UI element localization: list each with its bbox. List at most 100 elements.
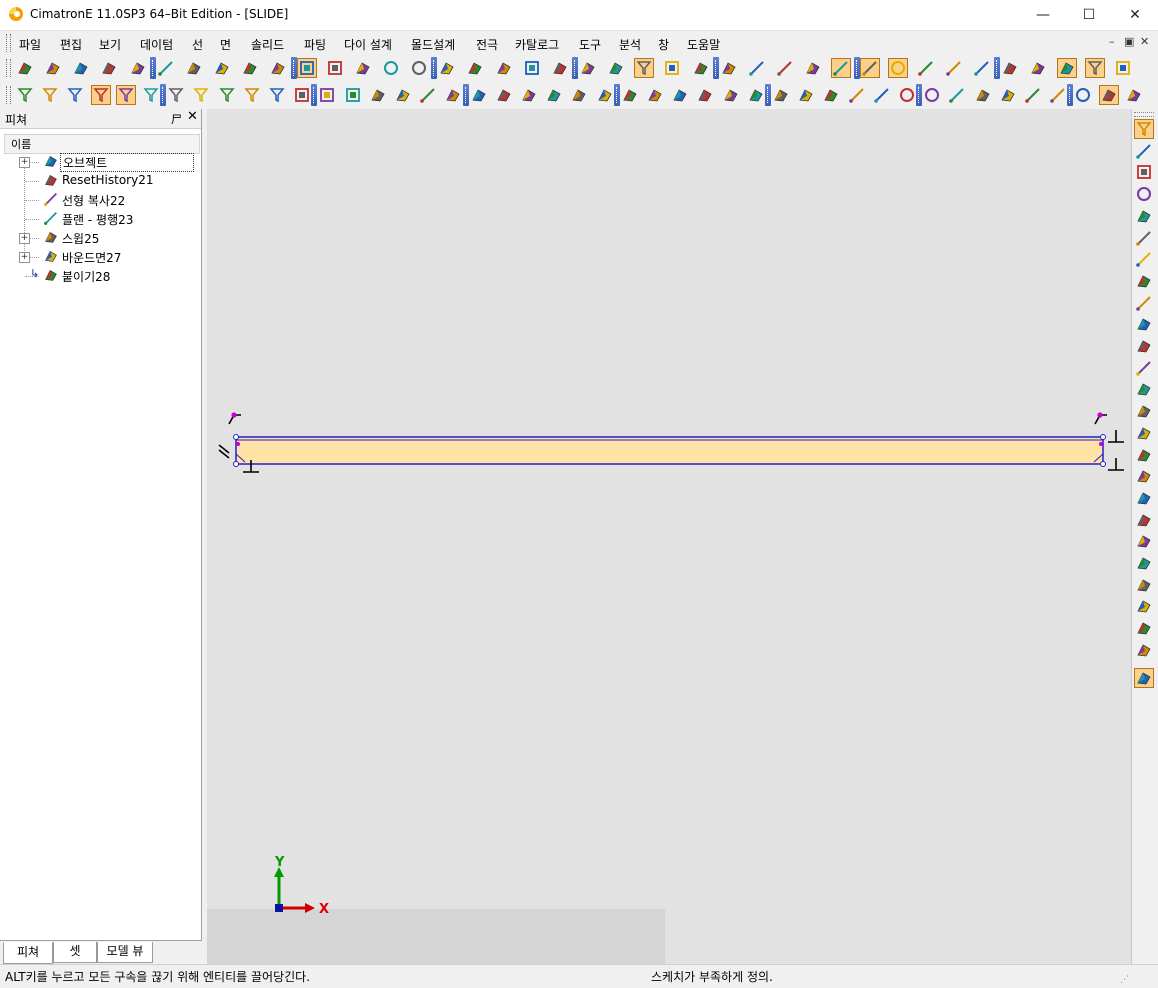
redo-icon[interactable] [100,59,118,77]
curve-select-icon[interactable] [66,86,84,104]
brush-icon[interactable] [804,59,822,77]
cross-icon[interactable] [1001,59,1019,77]
column-header[interactable] [4,134,200,154]
zoom-window-icon[interactable] [213,59,231,77]
menu-item[interactable]: 파팅 [304,36,326,53]
menu-item[interactable]: 도움말 [687,36,720,53]
toolbar-separator[interactable] [854,57,860,79]
color-grid-icon[interactable] [663,59,681,77]
pattern-icon[interactable] [1135,554,1153,572]
boundary-icon[interactable] [671,86,689,104]
pin-icon[interactable]: ⼫ [171,111,182,127]
toolbar-separator[interactable] [311,84,317,106]
tree-item[interactable]: + 스윕25 [0,228,200,247]
face-select-icon[interactable] [116,85,136,105]
dimension-icon[interactable] [1135,467,1153,485]
tools-icon[interactable] [1135,641,1153,659]
fix-icon[interactable] [1135,597,1153,615]
ellipse-icon[interactable] [1135,207,1153,225]
cursor-active-icon[interactable] [1085,58,1105,78]
shaded-box-icon[interactable] [297,58,317,78]
line-red-icon[interactable] [860,58,880,78]
hole-icon[interactable] [545,86,563,104]
pocket-green-icon[interactable] [369,86,387,104]
spline-tool-icon[interactable] [1135,250,1153,268]
mdi-restore-button[interactable]: ▣ [1124,35,1134,48]
pan-zoom-icon[interactable] [241,59,259,77]
sketch-active-icon[interactable] [1099,85,1119,105]
parallel-icon[interactable] [945,59,963,77]
surface-select-icon[interactable] [91,85,111,105]
wave-icon[interactable] [948,86,966,104]
light-bulb-yellow-icon[interactable] [410,59,428,77]
toolbar-separator[interactable] [431,57,437,79]
tree-item[interactable]: + 바운드면27 [0,247,200,266]
round-icon[interactable] [470,86,488,104]
layers-icon[interactable] [523,59,541,77]
spline-icon[interactable] [1049,86,1067,104]
pattern-delete-icon[interactable] [1135,576,1153,594]
split-icon[interactable] [596,86,614,104]
cut-scissors-icon[interactable] [848,86,866,104]
menu-item[interactable]: 다이 설계 [344,36,392,53]
loop-filter-icon[interactable] [243,86,261,104]
fillet-tool-icon[interactable] [1135,337,1153,355]
undo-icon[interactable] [72,59,90,77]
trim-icon[interactable] [917,59,935,77]
paste-icon[interactable] [607,59,625,77]
trim-tool-icon[interactable] [1135,359,1153,377]
move-tool-icon[interactable] [1135,446,1153,464]
menu-item[interactable]: 몰드설계 [411,36,455,53]
face-filter-icon[interactable] [192,86,210,104]
blend-icon[interactable] [696,86,714,104]
plane-icon[interactable] [1029,59,1047,77]
vertex-top-right[interactable] [1100,434,1106,440]
tab-model-view[interactable]: 모델 뷰 [97,942,153,963]
light-bulb-icon[interactable] [382,59,400,77]
sweep-icon[interactable] [621,86,639,104]
ellipse-dash-icon[interactable] [1135,489,1153,507]
vertex-top-left[interactable] [233,434,239,440]
extrude-icon[interactable] [722,86,740,104]
line-green-icon[interactable] [831,58,851,78]
minimize-button[interactable]: — [1020,0,1066,30]
menu-item[interactable]: 보기 [99,36,121,53]
hide-icon[interactable] [354,59,372,77]
point-icon[interactable] [974,86,992,104]
maximize-button[interactable]: ☐ [1066,0,1112,30]
toolbar-separator[interactable] [291,57,297,79]
toolbar-separator[interactable] [1067,84,1073,106]
menu-item[interactable]: 면 [220,36,231,53]
glasses-icon[interactable] [129,59,147,77]
grid-target-icon[interactable] [898,86,916,104]
menu-item[interactable]: 분석 [619,36,641,53]
mdi-close-button[interactable]: ✕ [1140,35,1149,48]
previous-view-icon[interactable] [466,59,484,77]
close-button[interactable]: ✕ [1112,0,1158,30]
filter-icon[interactable] [41,86,59,104]
resize-grip-icon[interactable]: ⋰ [1120,975,1129,985]
menu-item[interactable]: 전극 [476,36,498,53]
trim-arrow-icon[interactable] [873,86,891,104]
menu-item[interactable]: 선 [192,36,203,53]
cut-icon[interactable] [973,59,991,77]
measure-icon[interactable] [551,59,569,77]
rotate-icon[interactable] [269,59,287,77]
rib-icon[interactable] [570,86,588,104]
line-style-icon[interactable] [748,59,766,77]
pocket-blue-icon[interactable] [394,86,412,104]
new-file-icon[interactable] [16,59,34,77]
offset-icon[interactable] [747,86,765,104]
pointer-icon[interactable] [1134,119,1154,139]
tab-sets[interactable]: 셋 [53,942,97,963]
next-view-icon[interactable] [495,59,513,77]
toolbar-separator[interactable] [713,57,719,79]
toolbar-separator[interactable] [765,84,771,106]
toolbar-separator[interactable] [916,84,922,106]
open-folder-icon[interactable] [44,59,62,77]
panel-close-button[interactable]: ✕ [187,109,198,124]
menu-item[interactable]: 도구 [579,36,601,53]
tree-item[interactable]: 플랜 - 평행23 [0,209,200,228]
list-icon[interactable] [293,86,311,104]
line-icon[interactable] [1024,86,1042,104]
